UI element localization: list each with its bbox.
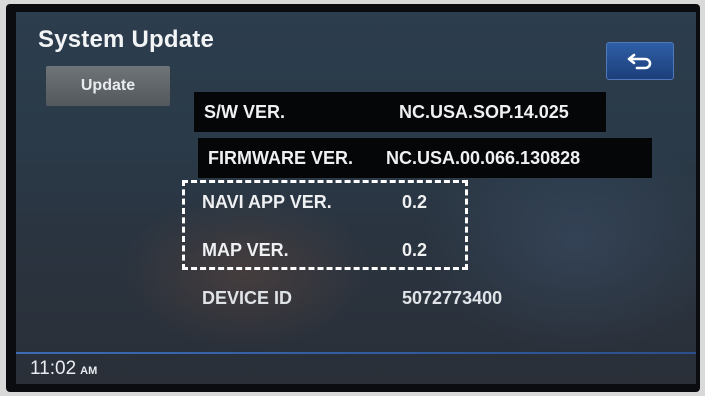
clock-ampm: AM (80, 365, 98, 377)
status-bar-divider (16, 352, 696, 354)
device-id-value: 5072773400 (402, 287, 503, 308)
back-button[interactable] (606, 42, 674, 80)
device-id-label: DEVICE ID (202, 287, 293, 308)
sw-version-value: NC.USA.SOP.14.025 (399, 101, 569, 122)
firmware-version-label: FIRMWARE VER. (208, 147, 354, 168)
highlight-dashed-box (182, 180, 468, 270)
back-arrow-icon (627, 53, 652, 70)
update-menu-button[interactable]: Update (46, 66, 170, 106)
clock-time: 11:02 (30, 358, 77, 379)
device-id-row: DEVICE ID 5072773400 (192, 278, 612, 318)
firmware-version-row: FIRMWARE VER. NC.USA.00.066.130828 (198, 138, 652, 178)
system-update-screen: System Update Update S/W VER. NC.USA.SOP… (16, 12, 696, 384)
sw-version-row: S/W VER. NC.USA.SOP.14.025 (194, 92, 606, 132)
sw-version-label: S/W VER. (204, 101, 286, 122)
page-title: System Update (38, 26, 214, 53)
status-clock: 11:02 AM (30, 358, 97, 380)
firmware-version-value: NC.USA.00.066.130828 (386, 147, 581, 168)
